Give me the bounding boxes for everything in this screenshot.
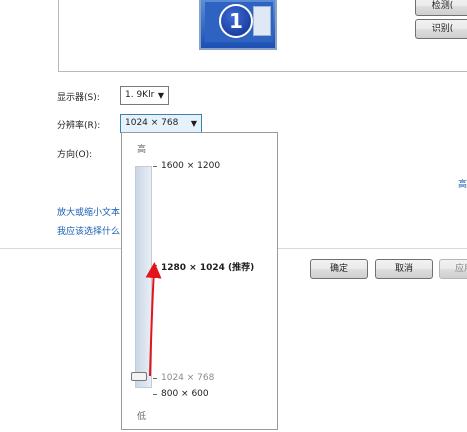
annotation-arrow-icon — [145, 262, 162, 377]
